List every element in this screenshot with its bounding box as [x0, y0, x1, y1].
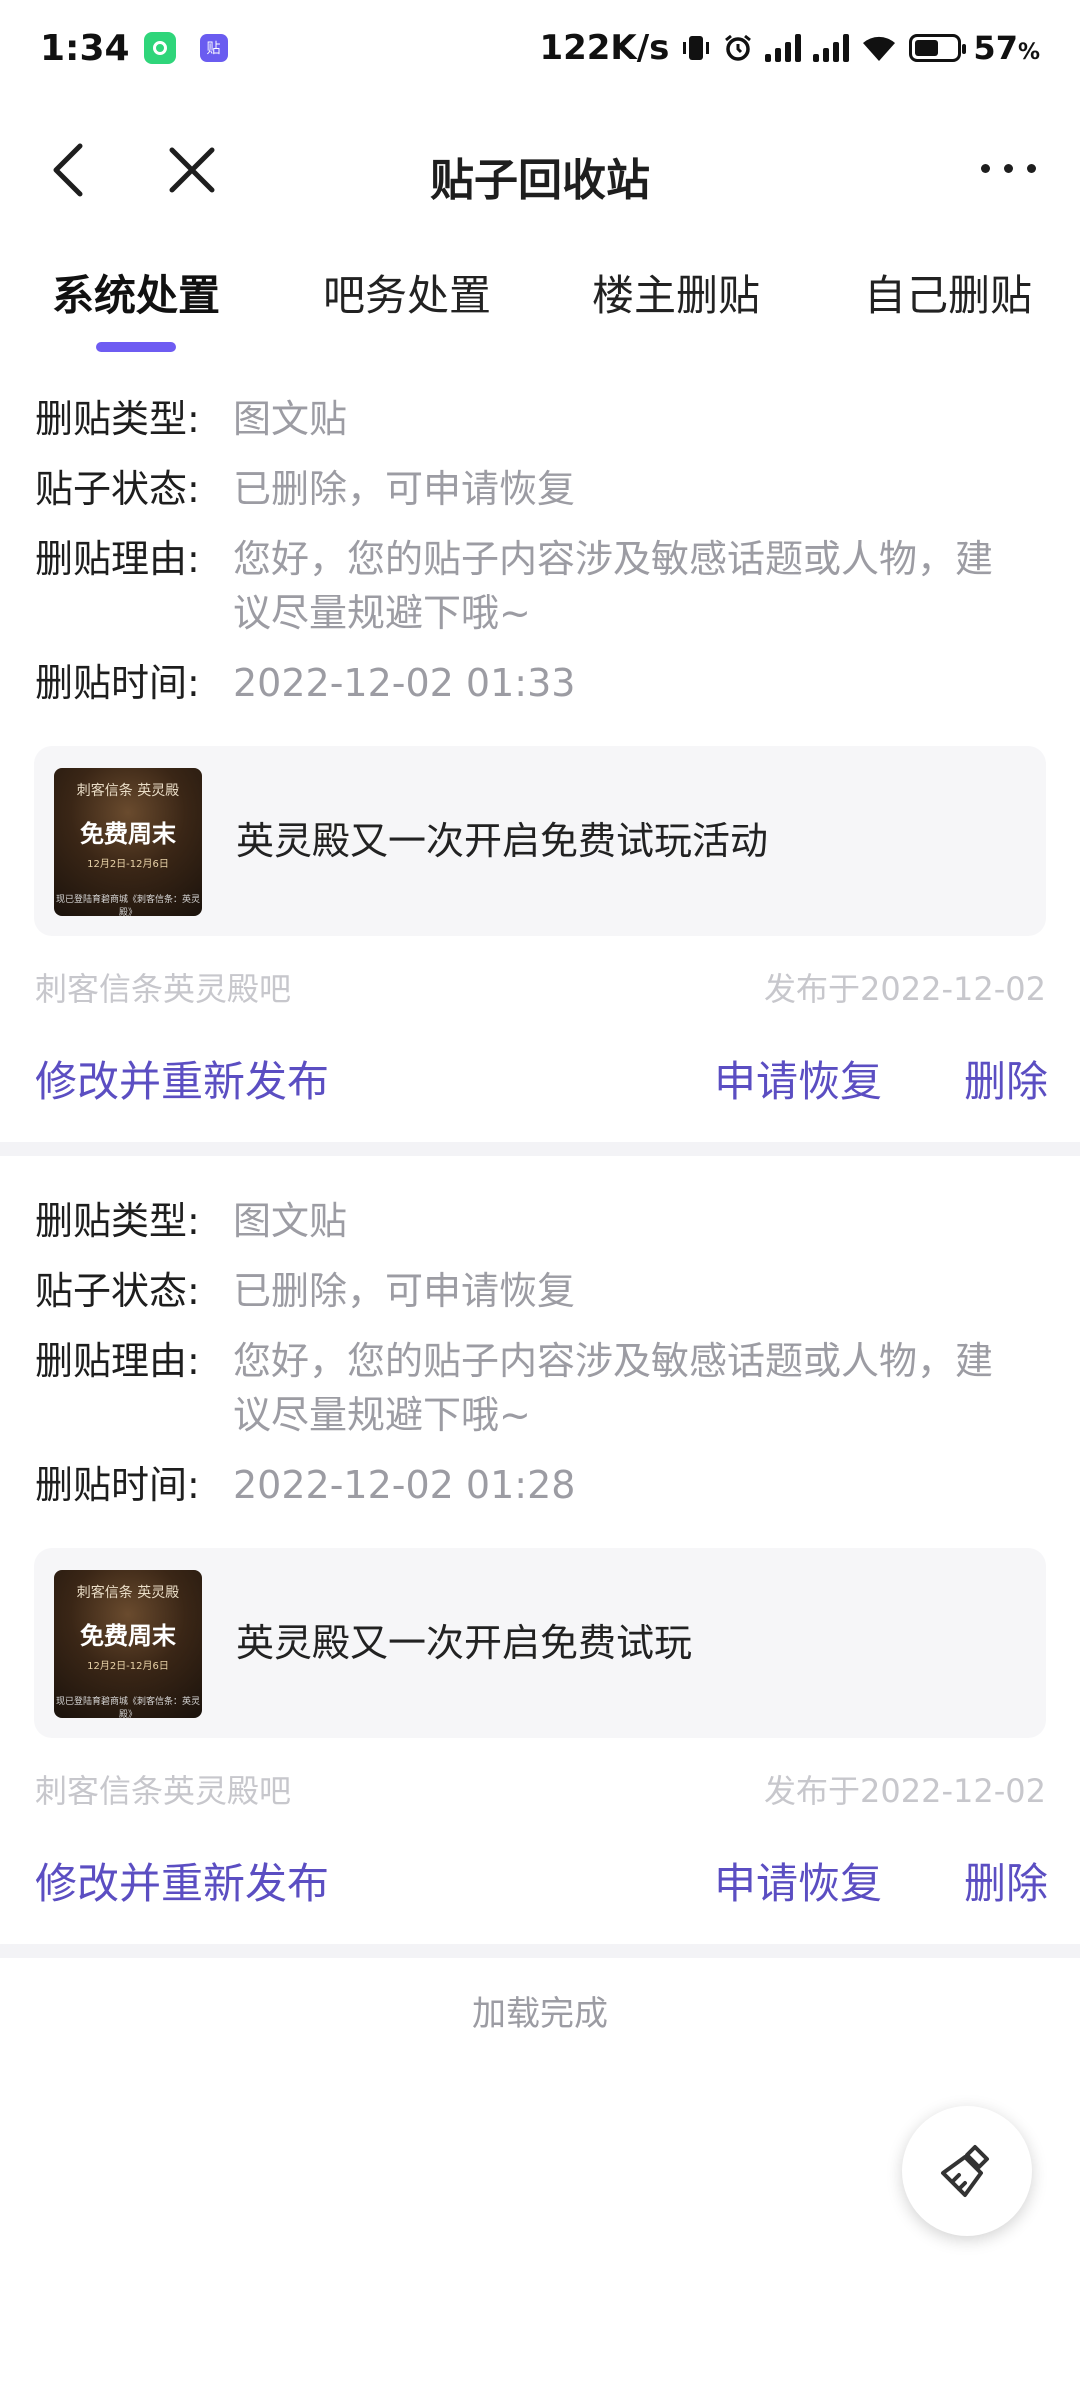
status-bar: 1:34 贴 122K/s 57% — [0, 0, 1080, 96]
label-time: 删贴时间: — [35, 1463, 200, 1507]
card-divider — [0, 1944, 1080, 1958]
value-time: 2022-12-02 01:33 — [233, 661, 576, 705]
alarm-icon — [725, 34, 752, 61]
thumb-date: 12月2日-12月6日 — [87, 859, 169, 870]
broom-icon — [941, 2145, 989, 2197]
post-preview[interactable]: 刺客信条 英灵殿 免费周末 12月2日-12月6日 现已登陆育碧商城《刺客信条：… — [34, 746, 1046, 936]
value-reason: 您好，您的贴子内容涉及敏感话题或人物，建 议尽量规避下哦~ — [233, 532, 993, 640]
value-status: 已删除，可申请恢复 — [233, 467, 576, 511]
thumb-game-title: 刺客信条 英灵殿 — [76, 783, 180, 799]
label-time: 删贴时间: — [35, 661, 200, 705]
label-type: 删贴类型: — [35, 397, 200, 441]
row-time: 删贴时间: 2022-12-02 01:33 — [35, 656, 1056, 710]
more-icon[interactable] — [981, 164, 1036, 173]
row-time: 删贴时间: 2022-12-02 01:28 — [35, 1458, 1056, 1512]
restore-button[interactable]: 申请恢复 — [714, 1850, 882, 1911]
label-status: 贴子状态: — [35, 1269, 200, 1313]
reason-line-2: 议尽量规避下哦~ — [233, 1393, 531, 1437]
post-title: 英灵殿又一次开启免费试玩活动 — [236, 819, 769, 863]
forum-name[interactable]: 刺客信条英灵殿吧 — [35, 964, 291, 1010]
post-title: 英灵殿又一次开启免费试玩 — [236, 1621, 693, 1665]
thumb-caption: 现已登陆育碧商城《刺客信条：英灵殿》 — [55, 895, 200, 916]
status-bar-right: 122K/s 57% — [539, 28, 1040, 68]
status-time: 1:34 — [40, 27, 130, 69]
status-bar-left: 1:34 贴 — [40, 28, 228, 69]
tab-admin[interactable]: 吧务处置 — [323, 262, 491, 323]
thumb-caption: 现已登陆育碧商城《刺客信条：英灵殿》 — [55, 1697, 200, 1718]
row-type: 删贴类型: 图文贴 — [35, 392, 1056, 446]
card-divider — [0, 1142, 1080, 1156]
tab-indicator — [96, 342, 176, 352]
label-reason: 删贴理由: — [35, 537, 200, 581]
value-status: 已删除，可申请恢复 — [233, 1269, 576, 1313]
post-preview[interactable]: 刺客信条 英灵殿 免费周末 12月2日-12月6日 现已登陆育碧商城《刺客信条：… — [34, 1548, 1046, 1738]
row-reason: 删贴理由: 您好，您的贴子内容涉及敏感话题或人物，建 议尽量规避下哦~ — [35, 532, 1056, 640]
nav-bar: 贴子回收站 — [0, 110, 1080, 230]
delete-button[interactable]: 删除 — [964, 1850, 1048, 1911]
forum-name[interactable]: 刺客信条英灵殿吧 — [35, 1766, 291, 1812]
delete-button[interactable]: 删除 — [964, 1048, 1048, 1109]
clean-fab-button[interactable] — [902, 2106, 1032, 2236]
thumb-game-title: 刺客信条 英灵殿 — [76, 1585, 180, 1601]
load-complete-text: 加载完成 — [472, 1994, 608, 2034]
app-notification-icon — [143, 32, 176, 64]
tab-system[interactable]: 系统处置 — [52, 262, 220, 323]
publish-date: 发布于2022-12-02 — [764, 1772, 1046, 1810]
signal-icon-2 — [813, 34, 850, 62]
row-status: 贴子状态: 已删除，可申请恢复 — [35, 1264, 1056, 1318]
tab-owner-deleted[interactable]: 楼主删贴 — [592, 262, 760, 323]
tab-self-deleted[interactable]: 自己删贴 — [864, 262, 1032, 323]
row-reason: 删贴理由: 您好，您的贴子内容涉及敏感话题或人物，建 议尽量规避下哦~ — [35, 1334, 1056, 1442]
vibrate-icon — [683, 36, 710, 60]
thumb-headline: 免费周末 — [80, 1622, 176, 1650]
reason-line-1: 您好，您的贴子内容涉及敏感话题或人物，建 — [233, 537, 994, 581]
tieba-notification-icon: 贴 — [199, 34, 228, 62]
thumb-headline: 免费周末 — [80, 820, 176, 848]
publish-date: 发布于2022-12-02 — [764, 970, 1046, 1008]
republish-button[interactable]: 修改并重新发布 — [35, 1048, 329, 1109]
reason-line-1: 您好，您的贴子内容涉及敏感话题或人物，建 — [233, 1339, 994, 1383]
battery-icon — [909, 34, 967, 62]
row-type: 删贴类型: 图文贴 — [35, 1194, 1056, 1248]
value-type: 图文贴 — [233, 1199, 348, 1243]
post-thumbnail: 刺客信条 英灵殿 免费周末 12月2日-12月6日 现已登陆育碧商城《刺客信条：… — [54, 1570, 202, 1718]
battery-percent: 57% — [973, 29, 1040, 67]
row-status: 贴子状态: 已删除，可申请恢复 — [35, 462, 1056, 516]
signal-icon-1 — [765, 34, 802, 62]
wifi-icon — [863, 36, 896, 61]
label-status: 贴子状态: — [35, 467, 200, 511]
label-reason: 删贴理由: — [35, 1339, 200, 1383]
reason-line-2: 议尽量规避下哦~ — [233, 591, 531, 635]
thumb-date: 12月2日-12月6日 — [87, 1661, 169, 1672]
net-speed: 122K/s — [539, 28, 670, 68]
tab-bar: 系统处置 吧务处置 楼主删贴 自己删贴 — [0, 262, 1080, 352]
value-type: 图文贴 — [233, 397, 348, 441]
value-time: 2022-12-02 01:28 — [233, 1463, 576, 1507]
republish-button[interactable]: 修改并重新发布 — [35, 1850, 329, 1911]
post-thumbnail: 刺客信条 英灵殿 免费周末 12月2日-12月6日 现已登陆育碧商城《刺客信条：… — [54, 768, 202, 916]
value-reason: 您好，您的贴子内容涉及敏感话题或人物，建 议尽量规避下哦~ — [233, 1334, 993, 1442]
page-title: 贴子回收站 — [430, 155, 650, 206]
restore-button[interactable]: 申请恢复 — [714, 1048, 882, 1109]
label-type: 删贴类型: — [35, 1199, 200, 1243]
